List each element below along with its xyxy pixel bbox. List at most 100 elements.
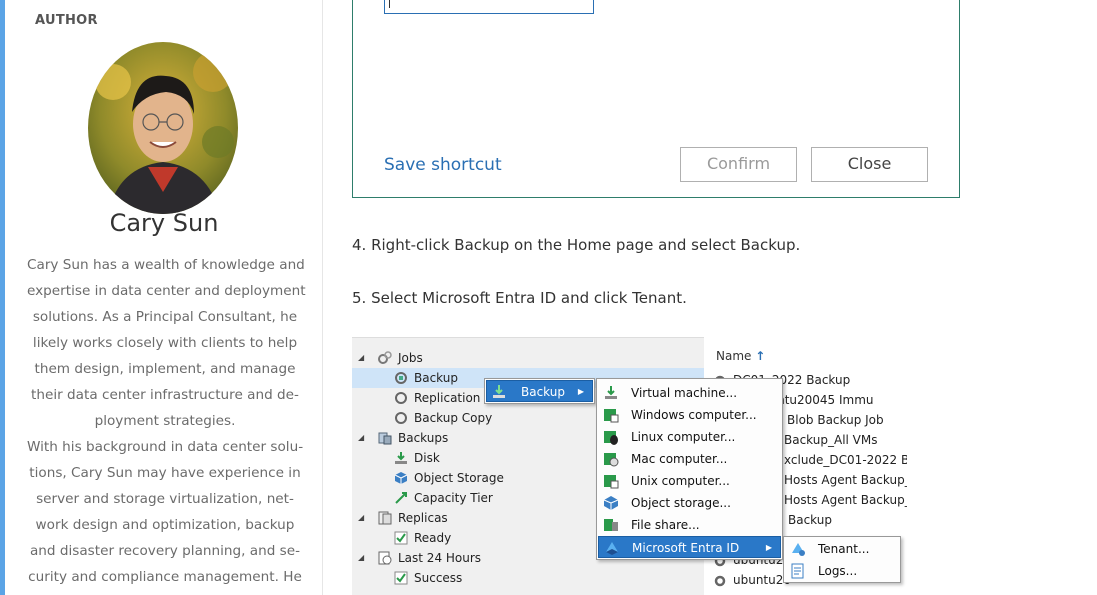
tree-item-label: Replicas [398,511,448,525]
menu-item-label: Virtual machine... [631,386,738,400]
bio-line: solutions. As a Principal Consultant, he [32,309,298,325]
list-item[interactable]: Backup_All VMs [784,433,878,447]
context-menu: Backup ▶ [484,378,595,404]
list-item[interactable]: Hosts Agent Backup_by [784,473,907,487]
bio-line: ployment strategies. [94,413,236,429]
menu-item-label: Tenant... [818,542,870,556]
author-heading: AUTHOR [35,13,98,28]
disk-icon [395,452,407,464]
menu-item-windows-computer[interactable]: Windows computer... [597,404,782,426]
tree-item-label: Capacity Tier [414,491,493,505]
tree-item-label: Object Storage [414,471,504,485]
shortcut-input[interactable] [384,0,594,14]
bio-line: and disaster recovery planning, and se- [29,543,301,559]
menu-item-label: Microsoft Entra ID [632,541,740,555]
tree-item-label: Replication [414,391,481,405]
menu-item-linux-computer[interactable]: Linux computer... [597,426,782,448]
entra-id-icon [606,542,618,555]
save-shortcut-link[interactable]: Save shortcut [384,155,502,175]
menu-item-virtual-machine[interactable]: Virtual machine... [597,382,782,404]
text-caret [389,0,390,8]
bio-line: likely works closely with clients to hel… [32,335,298,351]
submenu-arrow-icon: ▶ [577,387,584,396]
bio-line: their data center infrastructure and de- [31,387,299,403]
list-item[interactable]: Blob Backup Job [787,413,884,427]
backup-icon [493,385,505,398]
tree-item-label: Backup Copy [414,411,493,425]
history-icon [378,551,392,565]
object-storage-icon [394,472,408,484]
menu-item-unix-computer[interactable]: Unix computer... [597,470,782,492]
replication-job-icon [395,392,407,404]
bio-line: work design and optimization, backup [35,517,295,533]
vm-icon [605,386,617,399]
gear-icon [714,575,726,587]
backup-submenu: Virtual machine... Windows computer... L… [596,378,783,560]
avatar [88,42,238,214]
linux-computer-icon [604,431,618,445]
sort-ascending-icon: ↑ [755,349,766,363]
list-item[interactable]: xclude_DC01-2022 Bac [784,453,907,467]
author-sidebar: AUTHOR Cary Sun Cary Sun has a wealth of… [5,0,323,595]
tenant-icon [792,543,805,556]
submenu-arrow-icon: ▶ [765,543,772,552]
file-share-icon [604,519,618,531]
menu-item-file-share[interactable]: File share... [597,514,782,536]
mac-computer-icon [604,453,619,467]
replicas-icon [378,511,392,525]
step-4-text: 4. Right-click Backup on the Home page a… [352,236,801,254]
menu-item-label: Windows computer... [631,408,757,422]
step-5-text: 5. Select Microsoft Entra ID and click T… [352,289,687,307]
backup-job-icon [395,372,407,384]
tree-item-label: Success [414,571,463,585]
shortcut-dialog-screenshot: Save shortcut Confirm Close [352,0,960,198]
menu-item-backup[interactable]: Backup ▶ [486,380,593,402]
bio-line: Cary Sun has a wealth of knowledge and [27,257,305,273]
expand-icon[interactable]: ◢ [358,348,364,368]
backups-icon [378,432,392,445]
tree-item-label: Backup [414,371,458,385]
logs-icon [791,563,804,579]
gears-icon [378,351,392,364]
close-button[interactable]: Close [811,147,928,182]
list-item[interactable]: Hosts Agent Backup_b [784,493,907,507]
bio-line: them design, implement, and manage [34,361,296,377]
menu-item-mac-computer[interactable]: Mac computer... [597,448,782,470]
menu-item-logs[interactable]: Logs... [784,560,900,582]
capacity-tier-icon [395,492,407,504]
tree-item-label: Disk [414,451,440,465]
column-header-label: Name [716,349,752,363]
expand-icon[interactable]: ◢ [358,428,364,448]
expand-icon[interactable]: ◢ [358,548,364,568]
menu-item-microsoft-entra-id[interactable]: Microsoft Entra ID ▶ [598,536,781,558]
expand-icon[interactable]: ◢ [358,508,364,528]
success-icon [394,571,408,585]
unix-computer-icon [604,475,619,489]
bio-line: curity and compliance management. He [28,569,302,585]
console-screenshot: ◢ Jobs Backup Replication Backup Copy ◢ … [352,337,907,595]
tree-item-label: Backups [398,431,449,445]
tree-item-label: Last 24 Hours [398,551,482,565]
bio-line: server and storage virtualization, net- [36,491,294,507]
entra-id-submenu: Tenant... Logs... [783,536,901,583]
tree-item-success[interactable]: Success [352,568,704,588]
confirm-button[interactable]: Confirm [680,147,797,182]
tree-item-jobs[interactable]: ◢ Jobs [352,348,704,368]
ready-icon [394,531,408,545]
bio-line: With his background in data center solu- [27,439,304,455]
author-bio: Cary Sun has a wealth of knowledge and e… [27,252,306,590]
bio-line: tions, Cary Sun may have experience in [29,465,301,481]
name-column-header[interactable]: Name ↑ [716,349,765,363]
backup-copy-icon [395,412,407,424]
menu-item-tenant[interactable]: Tenant... [784,538,900,560]
tree-item-label: Ready [414,531,452,545]
tree-item-label: Jobs [398,351,423,365]
object-storage-icon [603,496,619,510]
menu-item-object-storage[interactable]: Object storage... [597,492,782,514]
menu-item-label: Unix computer... [631,474,730,488]
menu-item-label: Object storage... [631,496,731,510]
author-name: Cary Sun [109,209,219,237]
bio-line: expertise in data center and deployment [27,283,306,299]
windows-computer-icon [604,409,619,423]
list-item[interactable]: Backup [788,513,832,527]
